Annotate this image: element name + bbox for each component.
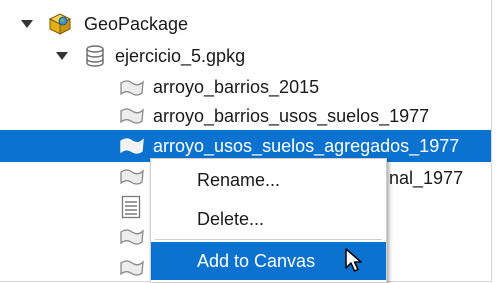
- menu-item-label: Add to Canvas: [197, 251, 316, 271]
- tree-item-label: arroyo_barrios_2015: [153, 77, 320, 97]
- polygon-layer-icon: [119, 79, 145, 97]
- polygon-layer-icon: [119, 107, 145, 125]
- polygon-layer-icon: [119, 168, 145, 186]
- tree-item-geopackage[interactable]: GeoPackage: [0, 8, 491, 40]
- polygon-layer-icon: [119, 137, 145, 155]
- tree-item-label: GeoPackage: [84, 14, 189, 34]
- polygon-layer-icon: [119, 228, 145, 246]
- tree-item-layer[interactable]: [0, 252, 150, 281]
- menu-item-label: Delete...: [197, 209, 265, 229]
- tree-item-label: arroyo_barrios_usos_suelos_1977: [153, 106, 430, 126]
- tree-item-label: arroyo_usos_suelos_agregados_1977: [153, 136, 460, 156]
- tree-item-layer[interactable]: arroyo_barrios_2015: [0, 72, 491, 102]
- tree-item-label: nal_1977: [389, 168, 464, 188]
- tree-item-layer[interactable]: arroyo_barrios_usos_suelos_1977: [0, 102, 491, 130]
- menu-item-label: Rename...: [197, 170, 281, 190]
- menu-item-delete[interactable]: Delete...: [151, 200, 386, 238]
- tree-item-label: ejercicio_5.gpkg: [115, 46, 246, 66]
- table-icon: [121, 195, 141, 219]
- mouse-cursor-icon: [345, 248, 363, 274]
- menu-separator: [155, 239, 382, 240]
- polygon-layer-icon: [119, 259, 145, 277]
- tree-item-gpkg-file[interactable]: ejercicio_5.gpkg: [0, 40, 491, 72]
- database-icon: [85, 45, 105, 67]
- geopackage-icon: [48, 12, 72, 36]
- tree-item-layer[interactable]: [0, 222, 150, 252]
- expand-arrow-icon[interactable]: [21, 20, 33, 28]
- tree-item-layer[interactable]: [0, 192, 150, 222]
- expand-arrow-icon[interactable]: [56, 52, 68, 60]
- menu-item-rename[interactable]: Rename...: [151, 161, 386, 199]
